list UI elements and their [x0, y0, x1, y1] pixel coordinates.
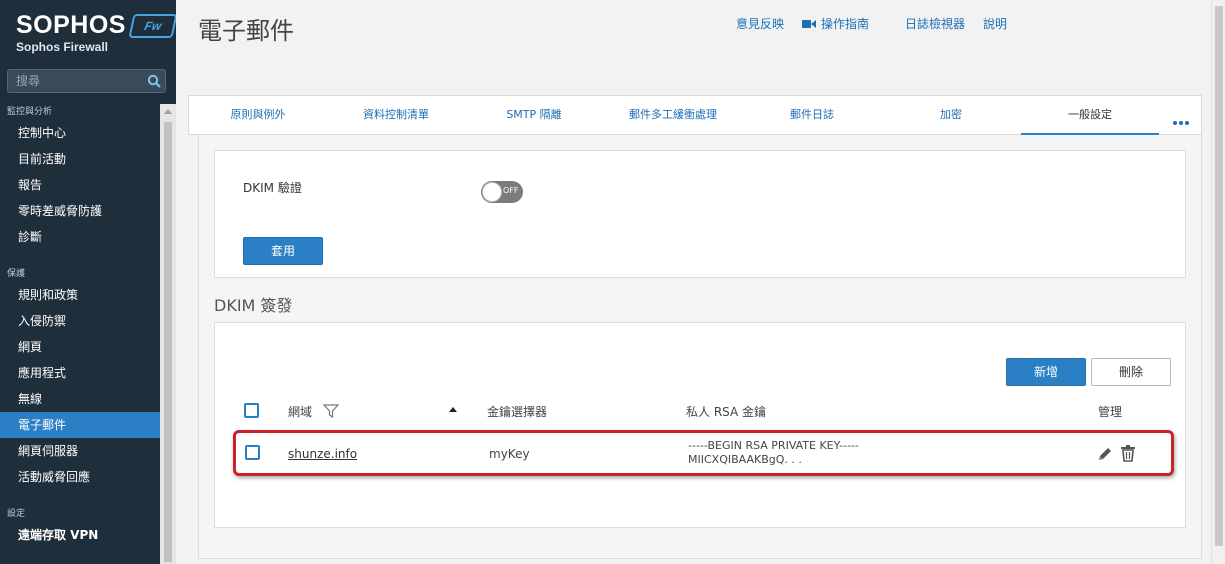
sidebar-item-applications[interactable]: 應用程式	[0, 360, 160, 386]
log-viewer-link[interactable]: 日誌檢視器	[905, 15, 965, 32]
page-scroll-thumb[interactable]	[1215, 6, 1223, 546]
more-tabs-icon[interactable]	[1173, 110, 1191, 129]
dkim-sign-title: DKIM 簽發	[214, 296, 293, 315]
tab-bar: 原則與例外 資料控制清單 SMTP 隔離 郵件多工緩衝處理 郵件日誌 加密 一般…	[188, 95, 1202, 136]
tab-encryption[interactable]: 加密	[881, 96, 1021, 136]
scroll-up-icon[interactable]	[164, 109, 172, 114]
select-all-checkbox[interactable]	[244, 403, 259, 418]
tab-mail-spool[interactable]: 郵件多工緩衝處理	[603, 96, 743, 136]
toggle-knob	[482, 182, 502, 202]
sidebar: SOPHOS Fw Sophos Firewall 監控與分析 控制中心 目前活…	[0, 0, 178, 564]
product-name: Sophos Firewall	[16, 40, 109, 54]
key-selector: myKey	[489, 447, 530, 461]
sidebar-item-diagnostics[interactable]: 診斷	[0, 224, 160, 250]
header: 電子郵件 意見反映 操作指南 日誌檢視器 說明	[176, 0, 1225, 92]
column-header-private-key: 私人 RSA 金鑰	[686, 405, 767, 419]
private-key-line-2: MIICXQIBAAKBgQ. . .	[688, 453, 802, 466]
sidebar-section-title: 設定	[7, 509, 26, 519]
scroll-thumb[interactable]	[164, 122, 172, 562]
tab-policies[interactable]: 原則與例外	[189, 96, 327, 136]
sidebar-item-current-activity[interactable]: 目前活動	[0, 146, 160, 172]
dkim-sign-panel: 新增 刪除 網域 金鑰選擇器 私人 RSA 金鑰 管理 shunze.info …	[214, 322, 1186, 528]
sidebar-item-intrusion[interactable]: 入侵防禦	[0, 308, 160, 334]
dkim-verify-label: DKIM 驗證	[243, 181, 302, 195]
tab-data-control[interactable]: 資料控制清單	[327, 96, 465, 136]
dkim-verify-panel: DKIM 驗證 OFF 套用	[214, 150, 1186, 278]
guide-link-label: 操作指南	[821, 17, 870, 31]
tab-mail-logs[interactable]: 郵件日誌	[743, 96, 881, 136]
search-icon[interactable]	[147, 74, 161, 88]
edit-icon[interactable]	[1097, 446, 1113, 462]
video-icon	[802, 19, 817, 28]
sidebar-item-remote-vpn[interactable]: 遠端存取 VPN	[0, 522, 160, 548]
page-scrollbar[interactable]	[1211, 0, 1225, 564]
column-header-selector: 金鑰選擇器	[487, 405, 548, 419]
sidebar-item-email[interactable]: 電子郵件	[0, 412, 160, 438]
column-header-domain[interactable]: 網域	[288, 403, 312, 420]
sophos-logo: SOPHOS	[16, 11, 126, 39]
search-input[interactable]	[8, 70, 143, 92]
sidebar-item-web-server[interactable]: 網頁伺服器	[0, 438, 160, 464]
sidebar-item-threat-response[interactable]: 活動威脅回應	[0, 464, 160, 490]
tab-smtp-quarantine[interactable]: SMTP 隔離	[465, 96, 603, 136]
tab-general-settings[interactable]: 一般設定	[1021, 96, 1159, 136]
apply-button[interactable]: 套用	[243, 237, 323, 265]
sidebar-scrollbar[interactable]	[160, 104, 176, 564]
private-key-line-1: -----BEGIN RSA PRIVATE KEY-----	[688, 439, 859, 452]
sidebar-item-zero-day[interactable]: 零時差威脅防護	[0, 198, 160, 224]
trash-icon[interactable]	[1120, 445, 1136, 462]
row-checkbox[interactable]	[245, 445, 260, 460]
sidebar-section-title: 監控與分析	[7, 107, 53, 117]
sidebar-item-wireless[interactable]: 無線	[0, 386, 160, 412]
feedback-link[interactable]: 意見反映	[736, 15, 784, 32]
domain-link[interactable]: shunze.info	[288, 447, 357, 461]
main-content: DKIM 驗證 OFF 套用 DKIM 簽發 新增 刪除 網域 金鑰選擇器 私人…	[198, 135, 1202, 559]
help-link[interactable]: 說明	[983, 15, 1007, 32]
sidebar-item-web[interactable]: 網頁	[0, 334, 160, 360]
dkim-verify-toggle[interactable]: OFF	[481, 181, 523, 203]
add-button[interactable]: 新增	[1006, 358, 1086, 386]
table-row: shunze.info myKey -----BEGIN RSA PRIVATE…	[233, 430, 1174, 476]
sidebar-section-title: 保護	[7, 269, 26, 279]
sidebar-nav: 監控與分析 控制中心 目前活動 報告 零時差威脅防護 診斷 保護 規則和政策 入…	[0, 104, 160, 548]
sidebar-search	[7, 69, 166, 93]
filter-icon[interactable]	[323, 404, 339, 418]
toggle-state: OFF	[503, 186, 519, 195]
brand: SOPHOS Fw Sophos Firewall	[16, 11, 178, 54]
page-title: 電子郵件	[198, 17, 294, 45]
fw-badge: Fw	[128, 14, 178, 38]
delete-button[interactable]: 刪除	[1091, 358, 1171, 386]
guide-link[interactable]: 操作指南	[802, 15, 887, 32]
column-header-manage: 管理	[1098, 405, 1123, 419]
sidebar-item-rules[interactable]: 規則和政策	[0, 282, 160, 308]
sort-ascending-icon[interactable]	[449, 407, 457, 412]
sidebar-item-reports[interactable]: 報告	[0, 172, 160, 198]
sidebar-item-control-center[interactable]: 控制中心	[0, 120, 160, 146]
header-links: 意見反映 操作指南 日誌檢視器 說明	[736, 15, 1025, 32]
